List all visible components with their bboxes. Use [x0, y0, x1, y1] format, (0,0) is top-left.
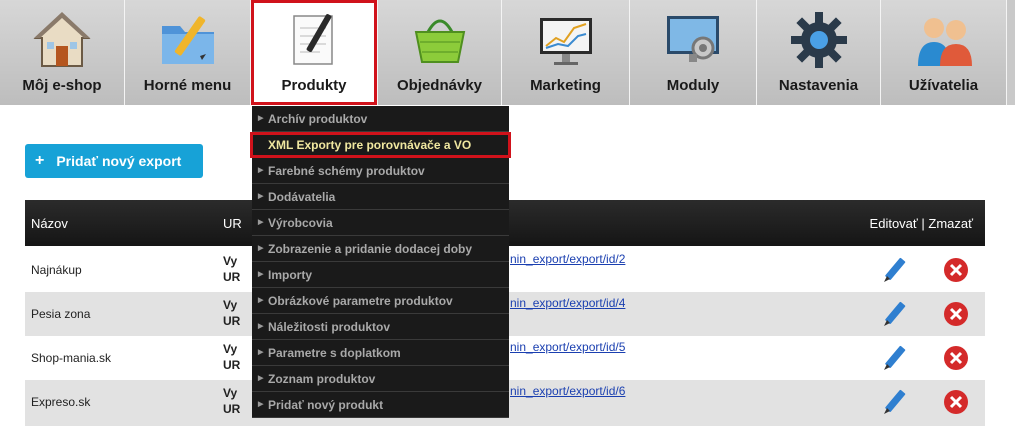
menu-item-product-archive[interactable]: ▶ Archív produktov	[252, 106, 509, 132]
nav-item-marketing[interactable]: Marketing	[502, 0, 630, 105]
edit-pencil-icon[interactable]	[881, 256, 909, 284]
row-vy-text: Vy	[223, 254, 238, 268]
row-vy-text: Vy	[223, 298, 238, 312]
gear-icon	[790, 12, 847, 68]
nav-item-products[interactable]: Produkty	[251, 0, 378, 105]
arrow-right-icon: ▶	[258, 271, 264, 278]
row-ur-text: UR	[223, 358, 241, 372]
export-url-link[interactable]: nin_export/export/id/4	[510, 296, 625, 310]
menu-item-surcharge-parameters[interactable]: ▶ Parametre s doplatkom	[252, 340, 509, 366]
arrow-right-icon: ▶	[258, 297, 264, 304]
export-url-link[interactable]: nin_export/export/id/6	[510, 384, 625, 398]
arrow-right-icon: ▶	[258, 193, 264, 200]
folder-pen-icon	[161, 16, 214, 64]
nav-item-my-eshop[interactable]: Môj e-shop	[0, 0, 125, 105]
menu-item-delivery-time[interactable]: ▶ Zobrazenie a pridanie dodacej doby	[252, 236, 509, 262]
arrow-right-icon: ▶	[258, 167, 264, 174]
export-url-link[interactable]: nin_export/export/id/5	[510, 340, 625, 354]
delete-icon[interactable]	[943, 389, 969, 415]
menu-item-add-product[interactable]: ▶ Pridať nový produkt	[252, 392, 509, 418]
nav-label: Marketing	[530, 77, 601, 94]
menu-item-manufacturers[interactable]: ▶ Výrobcovia	[252, 210, 509, 236]
export-name: Najnákup	[31, 263, 82, 277]
export-name: Expreso.sk	[31, 395, 91, 409]
arrow-right-icon: ▶	[258, 375, 264, 382]
nav-item-top-menu[interactable]: Horné menu	[125, 0, 251, 105]
arrow-right-icon: ▶	[258, 323, 264, 330]
menu-item-product-requisites[interactable]: ▶ Náležitosti produktov	[252, 314, 509, 340]
export-url-link[interactable]: nin_export/export/id/2	[510, 252, 625, 266]
arrow-right-icon: ▶	[258, 401, 264, 408]
row-vy-text: Vy	[223, 386, 238, 400]
nav-label: Užívatelia	[908, 77, 979, 94]
nav-item-modules[interactable]: Moduly	[630, 0, 757, 105]
add-new-export-button[interactable]: + Pridať nový export	[25, 144, 203, 178]
add-new-export-label: Pridať nový export	[56, 153, 182, 169]
row-vy-text: Vy	[223, 342, 238, 356]
edit-pencil-icon[interactable]	[881, 344, 909, 372]
export-name: Shop-mania.sk	[31, 351, 112, 365]
products-dropdown-menu: ▶ Archív produktov XML Exporty pre porovn…	[250, 106, 511, 418]
nav-label: Produkty	[281, 77, 347, 94]
row-ur-text: UR	[223, 314, 241, 328]
top-navigation: Môj e-shop Horné menu Produkty Objednávk…	[0, 0, 1015, 105]
nav-label: Nastavenia	[778, 77, 859, 94]
menu-item-color-schemes[interactable]: ▶ Farebné schémy produktov	[252, 158, 509, 184]
nav-label: Objednávky	[396, 77, 483, 94]
edit-pencil-icon[interactable]	[881, 388, 909, 416]
header-name: Názov	[31, 216, 68, 231]
edit-pencil-icon[interactable]	[881, 300, 909, 328]
export-name: Pesia zona	[31, 307, 91, 321]
nav-item-orders[interactable]: Objednávky	[378, 0, 502, 105]
notepad-pen-icon	[293, 14, 333, 65]
home-icon	[33, 12, 91, 67]
users-icon	[917, 18, 972, 66]
header-url: UR	[223, 216, 242, 231]
arrow-right-icon: ▶	[258, 245, 264, 252]
basket-icon	[414, 19, 465, 63]
nav-label: Moduly	[666, 77, 720, 94]
delete-icon[interactable]	[943, 345, 969, 371]
row-ur-text: UR	[223, 402, 241, 416]
nav-label: Horné menu	[143, 77, 232, 94]
nav-item-users[interactable]: Užívatelia	[881, 0, 1007, 105]
arrow-right-icon: ▶	[258, 219, 264, 226]
menu-item-imports[interactable]: ▶ Importy	[252, 262, 509, 288]
menu-item-image-parameters[interactable]: ▶ Obrázkové parametre produktov	[252, 288, 509, 314]
menu-item-suppliers[interactable]: ▶ Dodávatelia	[252, 184, 509, 210]
nav-label: Môj e-shop	[22, 77, 102, 94]
menu-item-xml-exports[interactable]: XML Exporty pre porovnávače a VO	[250, 132, 511, 158]
arrow-right-icon: ▶	[258, 349, 264, 356]
nav-item-settings[interactable]: Nastavenia	[757, 0, 881, 105]
delete-icon[interactable]	[943, 257, 969, 283]
header-actions: Editovať | Zmazať	[869, 216, 973, 231]
menu-item-product-list[interactable]: ▶ Zoznam produktov	[252, 366, 509, 392]
chart-monitor-icon	[539, 18, 592, 65]
monitor-gear-icon	[667, 16, 719, 62]
arrow-right-icon: ▶	[258, 115, 264, 122]
row-ur-text: UR	[223, 270, 241, 284]
delete-icon[interactable]	[943, 301, 969, 327]
plus-icon: +	[35, 152, 45, 169]
